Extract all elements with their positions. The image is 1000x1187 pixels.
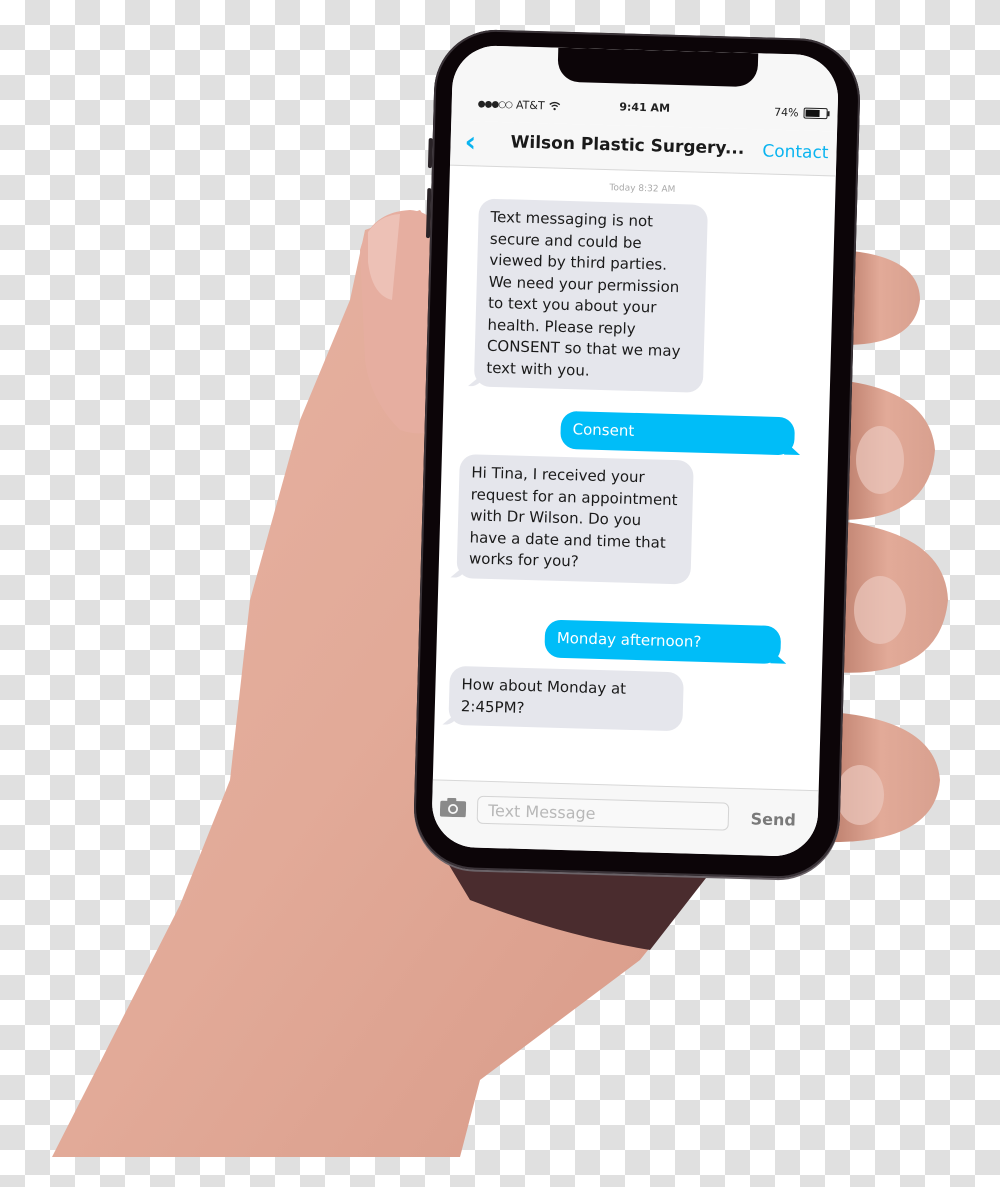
message-text: Consent xyxy=(572,420,635,440)
message-incoming: How about Monday at 2:45PM? xyxy=(448,665,684,732)
status-right: 74% xyxy=(774,106,828,120)
message-text: How about Monday at 2:45PM? xyxy=(460,675,627,717)
message-input[interactable] xyxy=(476,795,730,831)
camera-icon[interactable] xyxy=(439,797,467,818)
phone: ●●●○○ AT&T 9:41 AM 74% ‹ Wilson Plastic … xyxy=(412,28,862,880)
battery-fill xyxy=(805,109,820,117)
send-button[interactable]: Send xyxy=(750,809,796,829)
conversation-title: Wilson Plastic Surgery... xyxy=(510,132,745,159)
message-text: Hi Tina, I received your request for an … xyxy=(468,463,678,571)
message-list: Today 8:32 AM Text messaging is not secu… xyxy=(433,166,836,792)
message-outgoing: Consent xyxy=(560,410,796,455)
message-timestamp: Today 8:32 AM xyxy=(609,183,676,195)
message-outgoing: Monday afternoon? xyxy=(544,619,782,664)
notch xyxy=(557,47,759,88)
message-incoming: Text messaging is not secure and could b… xyxy=(473,198,708,393)
composer: Send xyxy=(430,779,819,858)
contact-button[interactable]: Contact xyxy=(762,141,829,163)
battery-icon xyxy=(803,107,828,120)
phone-screen: ●●●○○ AT&T 9:41 AM 74% ‹ Wilson Plastic … xyxy=(430,44,840,858)
battery-percent: 74% xyxy=(773,105,799,120)
chevron-left-icon[interactable]: ‹ xyxy=(464,125,476,158)
message-incoming: Hi Tina, I received your request for an … xyxy=(456,454,694,585)
message-text: Text messaging is not secure and could b… xyxy=(486,207,681,380)
message-text: Monday afternoon? xyxy=(556,628,702,651)
